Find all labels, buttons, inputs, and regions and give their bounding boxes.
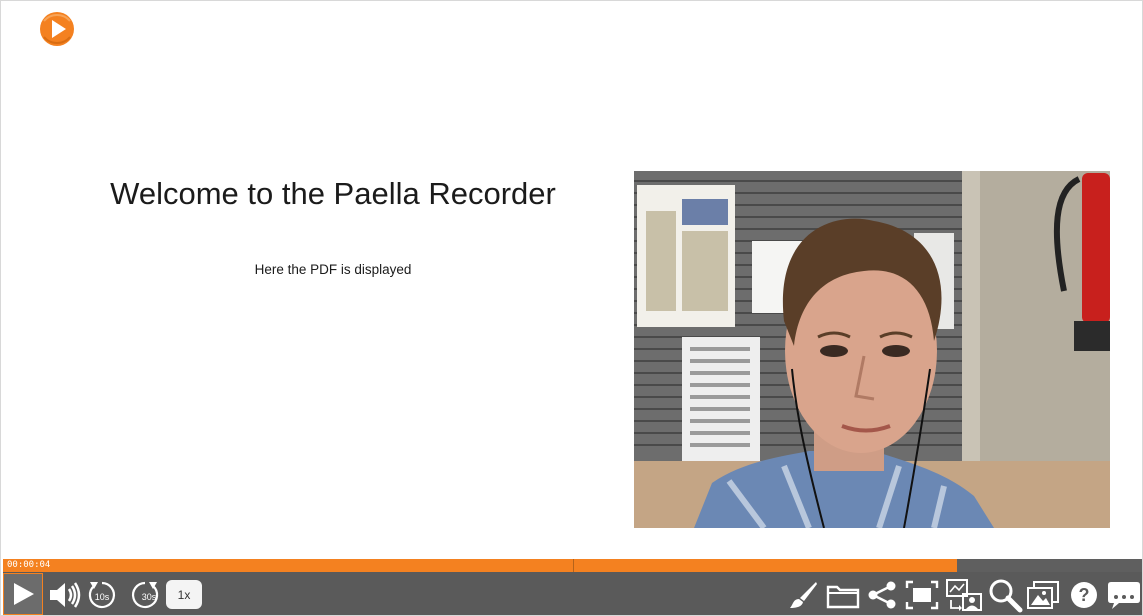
help-button[interactable]: ? <box>1067 572 1101 615</box>
volume-icon <box>50 581 81 608</box>
presenter-video-icon <box>634 171 1110 528</box>
play-circle-icon <box>37 11 77 47</box>
playback-speed-label: 1x <box>166 580 202 609</box>
layout-button[interactable] <box>943 572 985 615</box>
volume-button[interactable] <box>47 572 83 615</box>
share-button[interactable] <box>865 572 899 615</box>
frames-button[interactable] <box>1024 572 1062 615</box>
captions-icon <box>1108 581 1140 609</box>
share-icon <box>868 581 896 608</box>
downloads-icon <box>826 585 860 608</box>
search-icon <box>989 579 1023 612</box>
fullscreen-button[interactable] <box>903 572 941 615</box>
forward-30s-button[interactable]: 30s <box>127 572 163 615</box>
fullscreen-icon <box>905 580 939 609</box>
presenter-video-stream[interactable] <box>634 171 1110 528</box>
annotate-icon <box>790 581 817 608</box>
slide-subtitle: Here the PDF is displayed <box>254 262 412 277</box>
forward-icon: 30s <box>131 581 159 608</box>
layout-icon <box>946 578 982 611</box>
rewind-10s-button[interactable]: 10s <box>85 572 119 615</box>
playback-speed-button[interactable]: 1x <box>165 572 203 615</box>
play-icon <box>14 583 34 605</box>
svg-text:?: ? <box>1079 585 1090 605</box>
annotate-button[interactable] <box>785 572 821 615</box>
search-button[interactable] <box>986 572 1024 615</box>
downloads-button[interactable] <box>825 572 861 615</box>
play-button[interactable] <box>3 573 43 615</box>
progress-buffer-marker <box>573 559 574 572</box>
control-bar: 10s 30s 1x ? <box>3 572 1142 615</box>
paella-player: Welcome to the Paella Recorder Here the … <box>0 0 1143 616</box>
rewind-label: 10s <box>95 592 110 602</box>
captions-button[interactable] <box>1106 572 1142 615</box>
current-time-label: 00:00:04 <box>7 560 51 570</box>
progress-bar[interactable]: 00:00:04 <box>3 559 1142 572</box>
frames-icon <box>1027 580 1059 609</box>
slide-title: Welcome to the Paella Recorder <box>110 176 556 211</box>
slide-video-stream[interactable]: Welcome to the Paella Recorder Here the … <box>3 3 623 557</box>
rewind-icon: 10s <box>88 581 116 608</box>
forward-label: 30s <box>142 592 157 602</box>
help-icon: ? <box>1071 581 1097 608</box>
progress-played <box>3 559 957 572</box>
